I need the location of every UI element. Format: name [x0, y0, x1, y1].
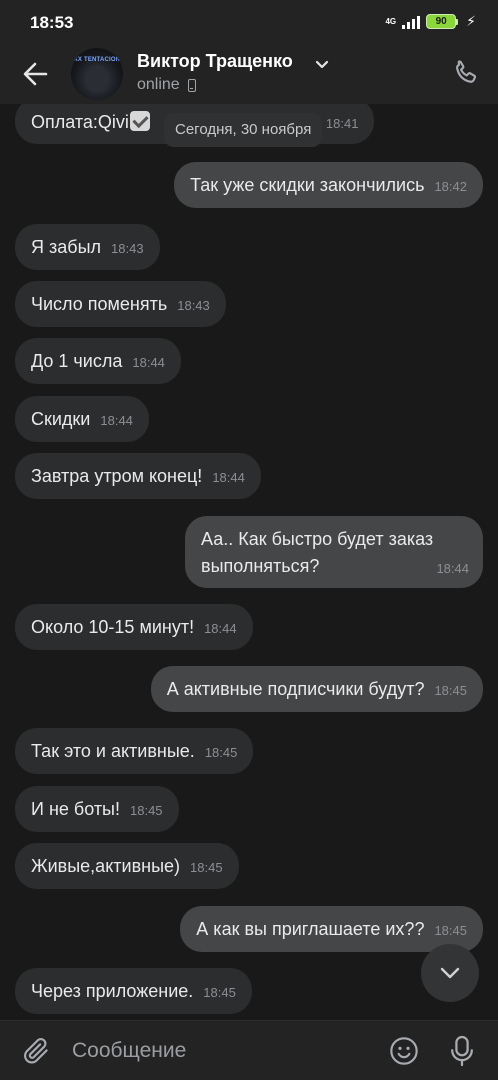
message-text: До 1 числа [31, 351, 123, 371]
battery-icon: 90 [426, 14, 459, 29]
message-incoming[interactable]: Около 10-15 минут! 18:44 [15, 604, 253, 650]
chevron-down-icon[interactable] [315, 56, 329, 74]
message-incoming[interactable]: До 1 числа 18:44 [15, 338, 181, 384]
message-text: И не боты! [31, 799, 120, 819]
avatar[interactable]: XX TENTACION [71, 48, 123, 100]
avatar-caption: XX TENTACION [73, 57, 121, 63]
status-time: 18:53 [30, 13, 74, 32]
message-time: 18:43 [177, 298, 210, 313]
message-text: Оплата:Qivi [31, 112, 129, 132]
message-incoming[interactable]: Число поменять 18:43 [15, 281, 226, 327]
message-composer [0, 1020, 498, 1080]
message-text: Скидки [31, 409, 91, 429]
message-text: Около 10-15 минут! [31, 617, 195, 637]
message-time: 18:43 [111, 241, 144, 256]
message-text: Так уже скидки закончились [190, 175, 425, 195]
message-time: 18:45 [203, 985, 236, 1000]
message-incoming[interactable]: Через приложение. 18:45 [15, 968, 252, 1014]
smile-icon[interactable] [388, 1035, 420, 1067]
message-input[interactable] [72, 1035, 362, 1067]
message-time: 18:44 [132, 355, 165, 370]
message-text: А активные подписчики будут? [166, 679, 425, 699]
status-bar: 18:53 4G 90 ⚡ [0, 0, 498, 44]
paperclip-icon[interactable] [20, 1035, 52, 1067]
message-outgoing[interactable]: Так уже скидки закончились 18:42 [174, 162, 483, 208]
message-time: 18:45 [434, 923, 467, 938]
checkmark-icon [129, 111, 150, 131]
message-time: 18:45 [434, 683, 467, 698]
date-divider: Сегодня, 30 ноября [164, 113, 323, 147]
chevron-down-icon [440, 967, 460, 979]
message-text: Я забыл [31, 237, 102, 257]
contact-status: online [137, 76, 196, 94]
charging-icon: ⚡ [466, 13, 476, 29]
scroll-down-button[interactable] [421, 944, 479, 1002]
message-text: Завтра утром конец! [31, 466, 203, 486]
message-time: 18:44 [436, 561, 469, 576]
phone-icon[interactable] [450, 57, 482, 89]
message-outgoing[interactable]: Аа.. Как быстро будет заказ выполняться?… [185, 516, 483, 588]
message-text-line-1: Аа.. Как быстро будет заказ [201, 529, 434, 549]
message-time: 18:45 [204, 745, 238, 760]
message-outgoing[interactable]: А как вы приглашаете их?? 18:45 [180, 906, 483, 952]
message-time: 18:45 [130, 803, 163, 818]
message-time: 18:42 [434, 179, 467, 194]
message-incoming[interactable]: Завтра утром конец! 18:44 [15, 453, 261, 499]
status-text: online [137, 76, 180, 93]
mobile-device-icon [187, 78, 196, 92]
message-time: 18:41 [325, 116, 359, 131]
battery-level: 90 [426, 14, 457, 29]
message-incoming[interactable]: Скидки 18:44 [15, 396, 149, 442]
status-icons: 4G 90 ⚡ [385, 13, 476, 30]
contact-name[interactable]: Виктор Тращенко [137, 51, 293, 72]
message-text: Живые,активные) [31, 856, 181, 876]
message-time: 18:44 [204, 621, 237, 636]
arrow-left-icon[interactable] [20, 59, 52, 89]
message-outgoing[interactable]: А активные подписчики будут? 18:45 [150, 666, 483, 712]
message-text: А как вы приглашаете их?? [196, 919, 425, 939]
message-time: 18:44 [100, 413, 133, 428]
message-time: 18:44 [212, 470, 245, 485]
message-text-line-2: выполняться? [201, 556, 320, 576]
message-text: Число поменять [31, 294, 168, 314]
microphone-icon[interactable] [448, 1034, 476, 1068]
message-list[interactable]: Оплата:Qivi 18:41 Сегодня, 30 ноября Так … [0, 104, 498, 1020]
message-time: 18:45 [190, 860, 223, 875]
message-incoming[interactable]: Я забыл 18:43 [15, 224, 160, 270]
message-incoming[interactable]: Так это и активные. 18:45 [15, 728, 254, 774]
network-type: 4G [385, 16, 397, 26]
message-incoming[interactable]: Живые,активные) 18:45 [15, 843, 239, 889]
signal-icon [402, 15, 421, 29]
message-text: Так это и активные. [31, 741, 195, 761]
message-incoming[interactable]: И не боты! 18:45 [15, 786, 179, 832]
message-text: Через приложение. [31, 981, 194, 1001]
chat-header: XX TENTACION Виктор Тращенко online [0, 44, 498, 104]
